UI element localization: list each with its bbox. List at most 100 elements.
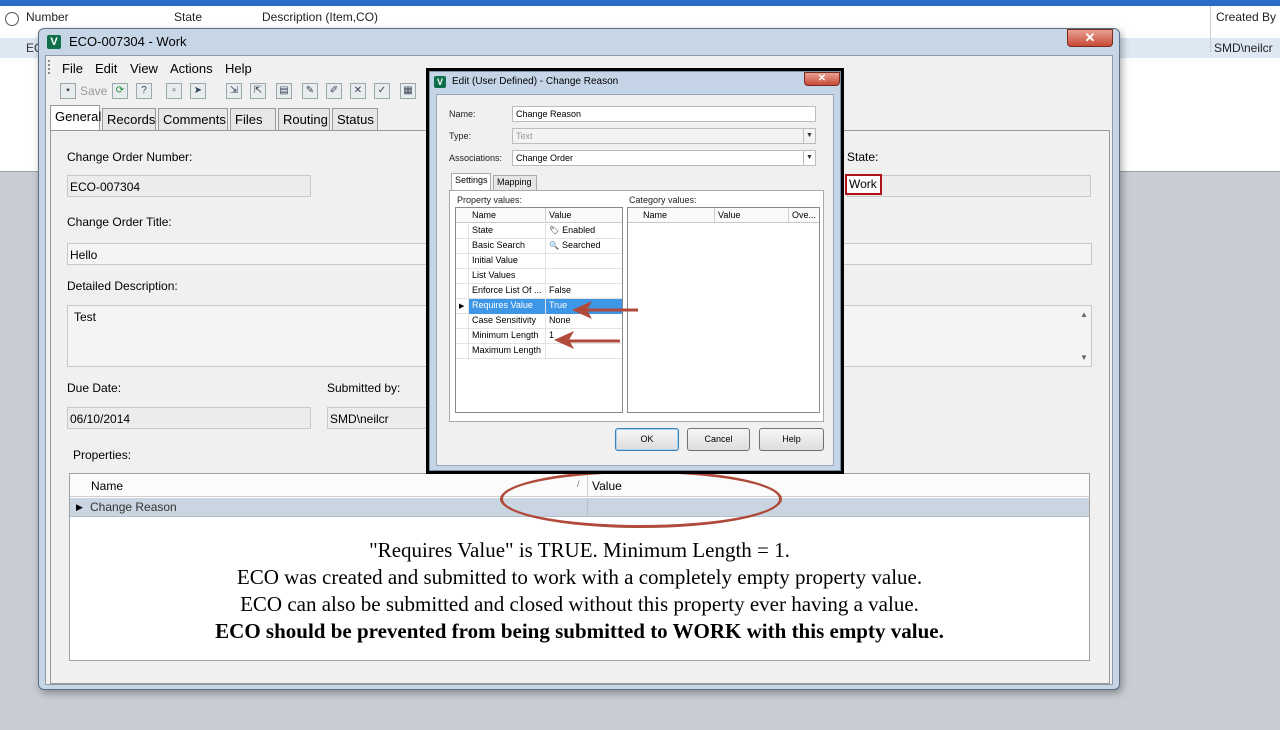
property-name-cell[interactable]: Initial Value [469,254,545,269]
property-value-text: Searched [561,240,601,250]
property-row[interactable]: List Values [456,269,622,284]
property-row[interactable]: Basic Search 🔍 Searched [456,239,622,254]
property-name-cell[interactable]: Minimum Length [469,329,545,344]
annotation-line-3: ECO can also be submitted and closed wit… [240,592,919,616]
arrow-requires-value-icon [572,301,638,319]
check-icon[interactable]: ✓ [374,83,390,99]
change-order-title-label: Change Order Title: [67,215,172,229]
state-field[interactable] [847,175,1091,197]
menu-view[interactable]: View [130,61,158,76]
type-dropdown[interactable]: Text ▼ [512,128,816,144]
help-icon[interactable]: ? [136,83,152,99]
refresh-icon[interactable]: ⟳ [112,83,128,99]
column-header-value[interactable]: Value [718,210,740,220]
chevron-down-icon: ▼ [803,151,815,165]
column-header-name[interactable]: Name [472,210,496,220]
scroll-up-icon[interactable]: ▲ [1080,310,1088,319]
property-name-cell[interactable]: Change Reason [90,500,177,514]
app-logo-icon: V [47,35,61,49]
close-button[interactable]: ✕ [1067,29,1113,47]
type-label: Type: [449,131,472,141]
tab-general[interactable]: General [50,105,101,131]
submitted-by-field[interactable]: SMD\neilcr [327,407,437,429]
property-name-cell[interactable]: Requires Value [469,299,545,314]
property-value-cell[interactable] [545,269,622,284]
property-row[interactable]: State 🏷 Enabled [456,224,622,239]
toolbar: ▪ Save ⟳ ? ▫ ➤ ⇲ ⇱ ▤ ✎ ✐ ✕ ✓ ▦ [50,80,430,102]
arrow-minimum-length-icon [554,331,620,349]
list-item-created-by: SMD\neilcr [1214,41,1273,55]
column-header-name[interactable]: Name [643,210,667,220]
property-row[interactable]: Initial Value [456,254,622,269]
cancel-button[interactable]: Cancel [687,428,750,451]
property-name-cell[interactable]: List Values [469,269,545,284]
tab-status[interactable]: Status [332,108,378,130]
property-value-cell[interactable]: 🔍 Searched [545,239,622,254]
property-name-cell[interactable]: Enforce List Of ... [469,284,545,299]
dialog-title: Edit (User Defined) - Change Reason [452,76,619,87]
grid-icon[interactable]: ▦ [400,83,416,99]
edit-dialog-frame: V Edit (User Defined) - Change Reason ✕ … [429,71,841,471]
tab-comments[interactable]: Comments [158,108,228,130]
property-name-cell[interactable]: State [469,224,545,239]
property-value-cell[interactable] [545,254,622,269]
state-value[interactable]: Work [845,174,882,195]
associations-dropdown[interactable]: Change Order ▼ [512,150,816,166]
window-title: ECO-007304 - Work [69,34,187,49]
tag-icon: 🏷 [549,226,560,235]
open-document-icon[interactable]: ➤ [190,83,206,99]
name-field[interactable]: Change Reason [512,106,816,122]
save-icon[interactable]: ▪ [60,83,76,99]
import-icon[interactable]: ⇲ [226,83,242,99]
change-order-number-label: Change Order Number: [67,150,193,164]
eco-title-bar[interactable]: V ECO-007304 - Work ✕ [39,29,1119,55]
column-header-created-by[interactable]: Created By [1216,10,1276,24]
delete-icon[interactable]: ✕ [350,83,366,99]
properties-label: Properties: [73,448,132,462]
ok-button[interactable]: OK [615,428,679,451]
attach-icon[interactable]: ▤ [276,83,292,99]
select-all-radio[interactable] [5,12,19,26]
new-document-icon[interactable]: ▫ [166,83,182,99]
property-name-cell[interactable]: Case Sensitivity [469,314,545,329]
edit-icon[interactable]: ✎ [302,83,318,99]
due-date-label: Due Date: [67,381,122,395]
column-header-name[interactable]: Name [91,479,123,493]
tab-settings[interactable]: Settings [451,173,491,190]
export-icon[interactable]: ⇱ [250,83,266,99]
column-divider [1210,6,1211,52]
menu-help[interactable]: Help [225,61,252,76]
row-pointer-icon: ▶ [459,303,465,310]
edit-alt-icon[interactable]: ✐ [326,83,342,99]
menu-file[interactable]: File [62,61,83,76]
annotation-line-2: ECO was created and submitted to work wi… [236,565,923,589]
associations-value: Change Order [516,153,574,163]
annotation-arrows [554,301,638,349]
help-button[interactable]: Help [759,428,824,451]
row-pointer-icon: ▶ [76,502,83,512]
menu-actions[interactable]: Actions [170,61,213,76]
tab-routing[interactable]: Routing [278,108,330,130]
property-name-cell[interactable]: Basic Search [469,239,545,254]
tab-records[interactable]: Records [102,108,156,130]
property-name-cell[interactable]: Maximum Length [469,344,545,359]
scroll-down-icon[interactable]: ▼ [1080,353,1088,362]
dialog-close-button[interactable]: ✕ [804,72,840,86]
property-value-cell[interactable]: 🏷 Enabled [545,224,622,239]
magnifier-icon: 🔍 [549,241,559,250]
annotation-ellipse [500,470,782,528]
save-button-label[interactable]: Save [80,84,107,98]
column-header-number[interactable]: Number [26,10,69,24]
column-header-override[interactable]: Ove... [792,210,816,220]
column-header-value[interactable]: Value [549,210,571,220]
column-header-description[interactable]: Description (Item,CO) [262,10,378,24]
tab-mapping[interactable]: Mapping [493,175,537,190]
column-header-state[interactable]: State [174,10,202,24]
category-values-label: Category values: [629,195,697,205]
menu-grip [48,60,50,74]
category-grid-header: Name Value Ove... [628,208,819,223]
menu-edit[interactable]: Edit [95,61,117,76]
tab-files[interactable]: Files [230,108,276,130]
due-date-field[interactable]: 06/10/2014 [67,407,311,429]
change-order-number-field[interactable]: ECO-007304 [67,175,311,197]
